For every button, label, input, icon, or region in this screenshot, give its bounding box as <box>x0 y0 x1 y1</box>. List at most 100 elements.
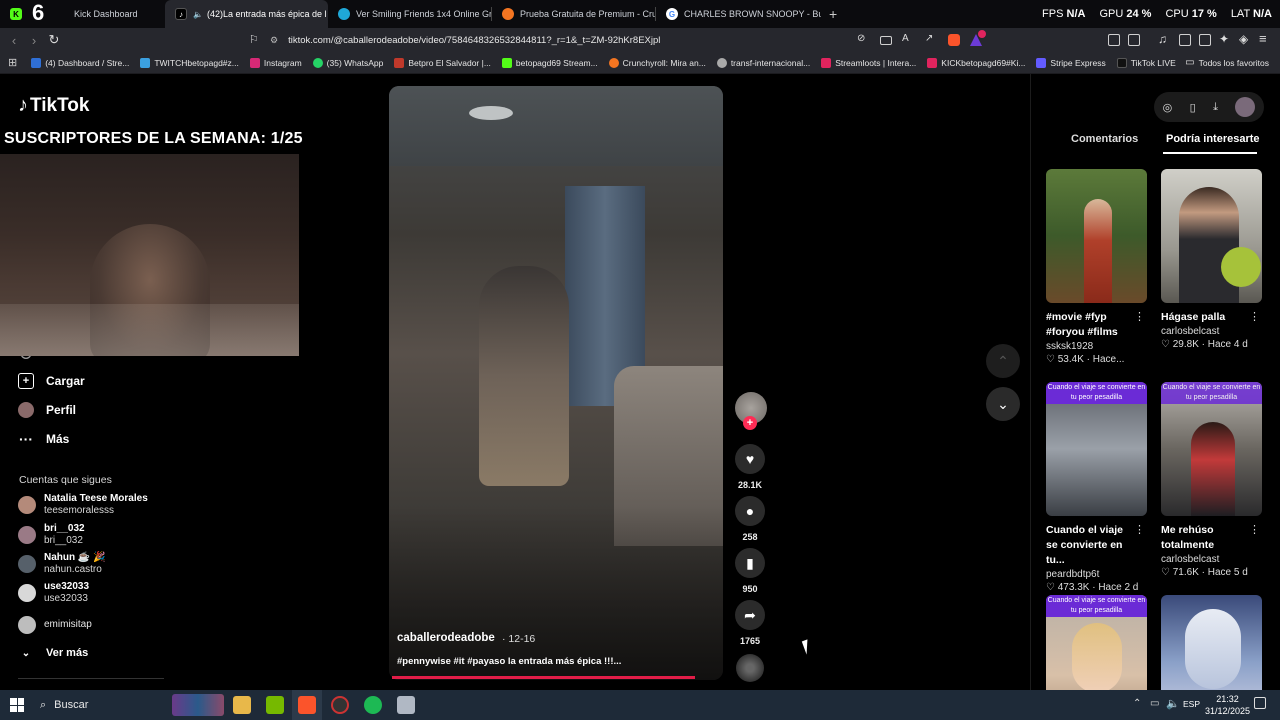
thumbnail-figure <box>1072 623 1122 690</box>
card-author[interactable]: carlosbelcast <box>1161 554 1262 565</box>
related-video-card[interactable]: #movie #fyp #foryou #films ⋮ ssksk1928 ♡… <box>1046 169 1147 365</box>
related-video-card[interactable]: Hágase palla ⋮ carlosbelcast ♡ 29.8K · H… <box>1161 169 1262 350</box>
tab-crunchyroll[interactable]: Prueba Gratuita de Premium - Crunch <box>492 0 655 28</box>
next-video-button[interactable]: ⌄ <box>986 387 1020 421</box>
upload-icon: + <box>18 373 34 389</box>
nav-more[interactable]: ··· Más <box>18 431 69 447</box>
creator-avatar-button[interactable]: + <box>735 392 767 430</box>
video-player[interactable] <box>389 86 723 680</box>
translate-icon[interactable]: A <box>902 33 909 44</box>
bookmark-item[interactable]: (4) Dashboard / Stre... <box>31 57 129 68</box>
new-tab-button[interactable]: + <box>829 6 837 22</box>
wallet-icon[interactable] <box>1199 34 1211 46</box>
reload-icon[interactable]: ↻ <box>44 32 64 48</box>
sidebar-icon[interactable] <box>1179 34 1191 46</box>
following-account[interactable]: emimisitap <box>18 616 92 634</box>
following-account[interactable]: bri__032 bri__032 <box>18 523 85 547</box>
vpn-icon[interactable]: ◈ <box>1239 32 1248 46</box>
previous-video-button[interactable]: ⌃ <box>986 344 1020 378</box>
following-account[interactable]: Nahun ☕ 🎉 nahun.castro <box>18 552 106 576</box>
more-options-icon[interactable]: ⋮ <box>1134 310 1145 323</box>
video-progress-bar[interactable] <box>392 676 695 679</box>
brave-icon[interactable] <box>298 696 316 714</box>
music-disc-button[interactable] <box>735 654 765 682</box>
lat-value: N/A <box>1253 8 1272 20</box>
tab-google-search[interactable]: G CHARLES BROWN SNOOPY - Buscar <box>656 0 821 28</box>
screenshot-icon[interactable] <box>1128 34 1140 46</box>
video-username[interactable]: caballerodeadobe <box>397 632 495 644</box>
network-icon[interactable]: ▭ <box>1150 698 1159 709</box>
card-author[interactable]: carlosbelcast <box>1161 326 1262 337</box>
cast-icon[interactable] <box>880 36 892 45</box>
bookmark-item[interactable]: Instagram <box>249 57 302 68</box>
all-bookmarks[interactable]: ▭ Todos los favoritos <box>1185 57 1269 68</box>
compass-icon[interactable]: ◎ <box>1163 101 1173 114</box>
volume-icon[interactable]: 🔈 <box>1166 697 1180 710</box>
more-options-icon[interactable]: ⋮ <box>1249 310 1260 323</box>
card-author[interactable]: ssksk1928 <box>1046 341 1147 352</box>
tab-related[interactable]: Podría interesarte <box>1166 133 1260 145</box>
nvidia-icon[interactable] <box>266 696 284 714</box>
related-video-card[interactable]: Cuando el viaje se convierte en tu peor … <box>1161 382 1262 578</box>
file-explorer-icon[interactable] <box>233 696 251 714</box>
nav-upload[interactable]: + Cargar <box>18 373 85 389</box>
tab-kick-dashboard[interactable]: K 6 Kick Dashboard <box>0 0 165 28</box>
app-icon[interactable] <box>397 696 415 714</box>
site-info-icon[interactable]: ⚙ <box>270 35 278 46</box>
more-options-icon[interactable]: ⋮ <box>1134 523 1145 536</box>
apps-grid-icon[interactable]: ⊞ <box>8 56 17 69</box>
back-icon[interactable]: ‹ <box>4 33 24 48</box>
chevron-down-icon: ⌄ <box>21 647 31 659</box>
tab-tiktok-video[interactable]: ♪ 🔈 (42)La entrada más épica de l ✕ <box>165 0 328 28</box>
user-avatar[interactable] <box>1235 97 1256 117</box>
forward-icon[interactable]: › <box>24 33 44 48</box>
tab-comments[interactable]: Comentarios <box>1071 133 1138 145</box>
extensions-icon[interactable] <box>1108 34 1120 46</box>
device-icon[interactable]: ▯ <box>1190 101 1196 114</box>
share-icon[interactable]: ↗ <box>925 33 933 44</box>
bookmark-item[interactable]: TikTok LIVE <box>1116 57 1176 68</box>
bookmark-item[interactable]: Streamloots | Intera... <box>821 57 916 68</box>
download-icon[interactable]: ⤓ <box>1213 101 1218 114</box>
nav-label: Perfil <box>46 403 77 417</box>
tab-smiling-friends[interactable]: Ver Smiling Friends 1x4 Online Gratis <box>328 0 491 28</box>
bookmark-item[interactable]: TWITCHbetopagd#z... <box>140 57 239 68</box>
music-icon[interactable]: ♫ <box>1158 32 1167 46</box>
share-button[interactable]: ➦ 1765 <box>735 600 765 646</box>
chevron-up-icon[interactable]: ⌃ <box>1133 698 1141 709</box>
no-video-icon[interactable]: ⊘ <box>857 33 865 44</box>
video-caption[interactable]: #pennywise #it #payaso la entrada más ép… <box>397 656 621 667</box>
related-video-card[interactable] <box>1161 595 1262 690</box>
bookmark-item[interactable]: KICKbetopagd69#Ki... <box>927 57 1025 68</box>
more-options-icon[interactable]: ⋮ <box>1249 523 1260 536</box>
like-button[interactable]: ♥ 28.1K <box>735 444 765 490</box>
comment-button[interactable]: ● 258 <box>735 496 765 542</box>
taskbar-clock[interactable]: 21:32 31/12/2025 <box>1205 693 1250 717</box>
language-indicator[interactable]: ESP <box>1183 699 1200 709</box>
bookmark-item[interactable]: (35) WhatsApp <box>312 57 383 68</box>
related-video-card[interactable]: Cuando el viaje se convierte en tu peor … <box>1046 382 1147 593</box>
bookmark-item[interactable]: Stripe Express <box>1036 57 1106 68</box>
nav-profile[interactable]: Perfil <box>18 402 76 418</box>
tiktok-logo[interactable]: ♪ TikTok <box>18 94 89 117</box>
obs-icon[interactable] <box>331 696 349 714</box>
leo-ai-icon[interactable]: ✦ <box>1219 32 1229 46</box>
bookmark-item[interactable]: Crunchyroll: Mira an... <box>608 57 706 68</box>
see-more-button[interactable]: ⌄ Ver más <box>18 645 88 661</box>
bookmark-item[interactable]: transf-internacional... <box>716 57 810 68</box>
following-account[interactable]: Natalia Teese Morales teesemoralesss <box>18 493 148 517</box>
card-author[interactable]: peardbdtp6t <box>1046 569 1147 580</box>
bookmark-item[interactable]: betopagd69 Stream... <box>501 57 598 68</box>
notifications-icon[interactable] <box>1254 697 1266 709</box>
bookmark-icon[interactable]: ⚐ <box>249 33 259 46</box>
speaker-icon[interactable]: 🔈 <box>193 10 203 19</box>
following-account[interactable]: use32033 use32033 <box>18 581 89 605</box>
related-video-card[interactable]: Cuando el viaje se convierte en tu peor … <box>1046 595 1147 690</box>
brave-shield-icon[interactable] <box>948 34 960 46</box>
windows-start-icon[interactable] <box>10 698 24 712</box>
save-button[interactable]: ▮ 950 <box>735 548 765 594</box>
menu-icon[interactable]: ≡ <box>1259 31 1267 46</box>
follow-plus-icon[interactable]: + <box>743 416 757 430</box>
spotify-icon[interactable] <box>364 696 382 714</box>
bookmark-item[interactable]: Betpro El Salvador |... <box>394 57 491 68</box>
